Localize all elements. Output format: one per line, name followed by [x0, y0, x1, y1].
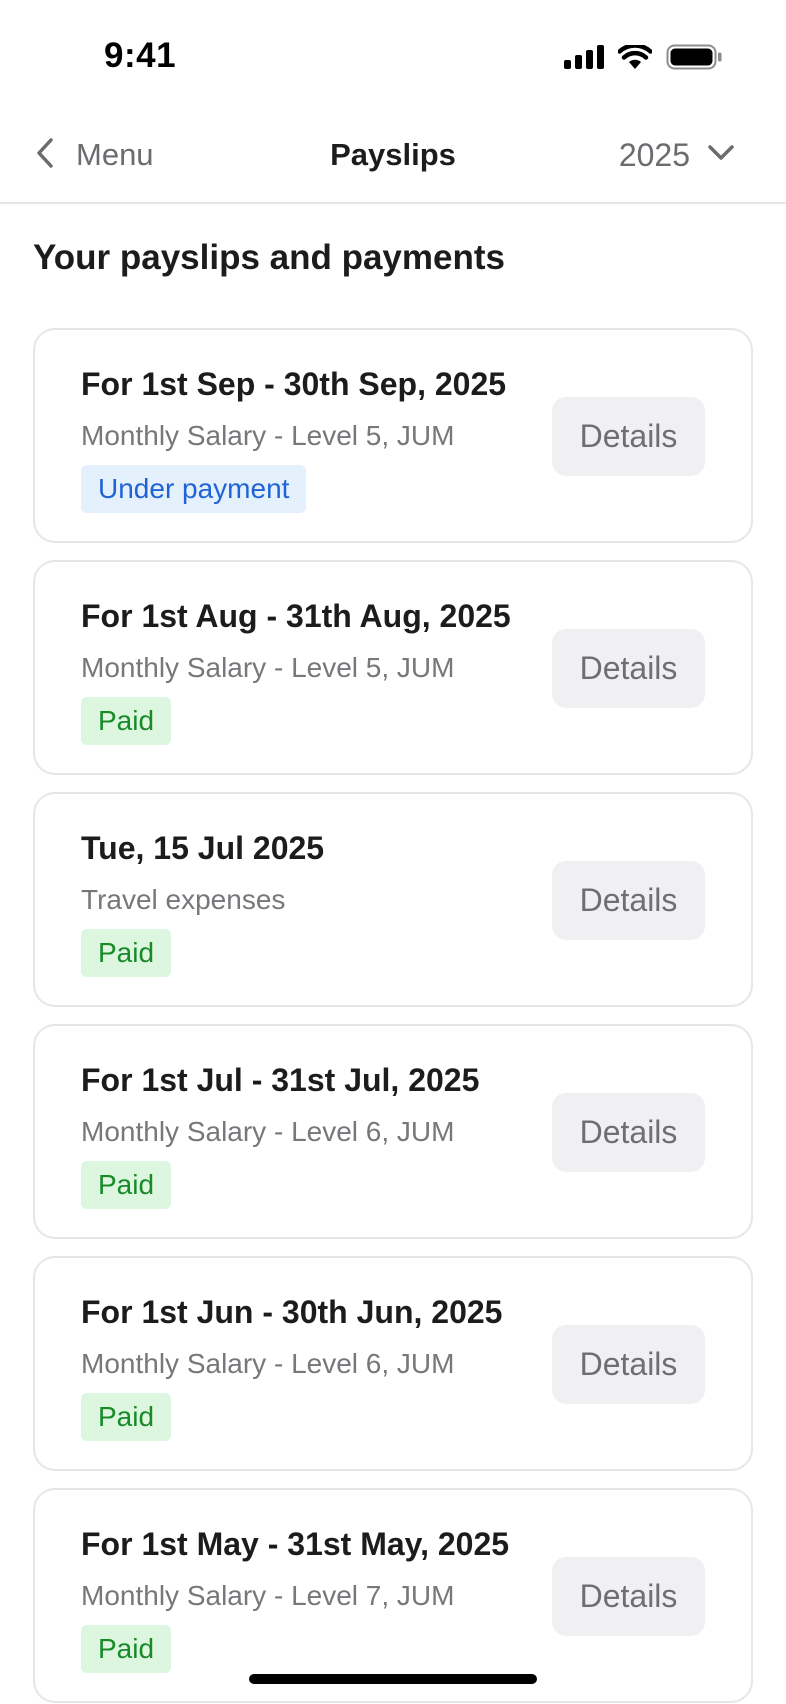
details-button[interactable]: Details	[552, 1093, 705, 1172]
status-time: 9:41	[104, 36, 177, 75]
status-badge: Paid	[81, 697, 172, 745]
payslip-description: Monthly Salary - Level 7, JUM	[81, 1580, 455, 1611]
signal-icon	[564, 45, 604, 74]
payslip-description: Monthly Salary - Level 5, JUM	[81, 420, 455, 451]
payslip-card: For 1st May - 31st May, 2025 Monthly Sal…	[33, 1488, 753, 1703]
payslip-card: For 1st Aug - 31th Aug, 2025 Monthly Sal…	[33, 560, 753, 775]
home-indicator[interactable]	[249, 1674, 537, 1684]
payslip-period: For 1st Jul - 31st Jul, 2025	[81, 1062, 480, 1098]
payslip-description: Travel expenses	[81, 884, 286, 915]
payslip-period: For 1st Sep - 30th Sep, 2025	[81, 366, 507, 402]
year-value: 2025	[618, 136, 690, 173]
payslip-description: Monthly Salary - Level 6, JUM	[81, 1348, 455, 1379]
payslip-card: For 1st Jul - 31st Jul, 2025 Monthly Sal…	[33, 1024, 753, 1239]
status-badge: Under payment	[81, 465, 307, 513]
details-button[interactable]: Details	[552, 397, 705, 476]
nav-bar: Menu Payslips 2025	[0, 110, 786, 204]
status-badge: Paid	[81, 1161, 172, 1209]
status-icons	[564, 43, 722, 75]
details-button[interactable]: Details	[552, 861, 705, 940]
payslip-card: For 1st Sep - 30th Sep, 2025 Monthly Sal…	[33, 328, 753, 543]
status-bar: 9:41	[0, 0, 786, 110]
payslip-card: For 1st Jun - 30th Jun, 2025 Monthly Sal…	[33, 1256, 753, 1471]
payslip-card: Tue, 15 Jul 2025 Travel expenses Paid De…	[33, 792, 753, 1007]
status-badge: Paid	[81, 1625, 172, 1673]
payslip-period: For 1st May - 31st May, 2025	[81, 1526, 510, 1562]
payslip-period: For 1st Jun - 30th Jun, 2025	[81, 1294, 503, 1330]
payslip-period: Tue, 15 Jul 2025	[81, 830, 325, 866]
wifi-icon	[617, 43, 653, 74]
battery-icon	[666, 44, 722, 75]
details-button[interactable]: Details	[552, 629, 705, 708]
status-badge: Paid	[81, 929, 172, 977]
status-badge: Paid	[81, 1393, 172, 1441]
payslip-description: Monthly Salary - Level 6, JUM	[81, 1116, 455, 1147]
payslips-screen: 9:41 Menu Payslips 2025 Your payslips an…	[0, 0, 786, 1704]
chevron-down-icon	[708, 144, 734, 166]
details-button[interactable]: Details	[552, 1325, 705, 1404]
payslip-list: For 1st Sep - 30th Sep, 2025 Monthly Sal…	[33, 328, 753, 1704]
payslip-description: Monthly Salary - Level 5, JUM	[81, 652, 455, 683]
payslip-period: For 1st Aug - 31th Aug, 2025	[81, 598, 511, 634]
details-button[interactable]: Details	[552, 1557, 705, 1636]
year-selector[interactable]: 2025	[619, 130, 734, 180]
section-title: Your payslips and payments	[33, 238, 505, 277]
